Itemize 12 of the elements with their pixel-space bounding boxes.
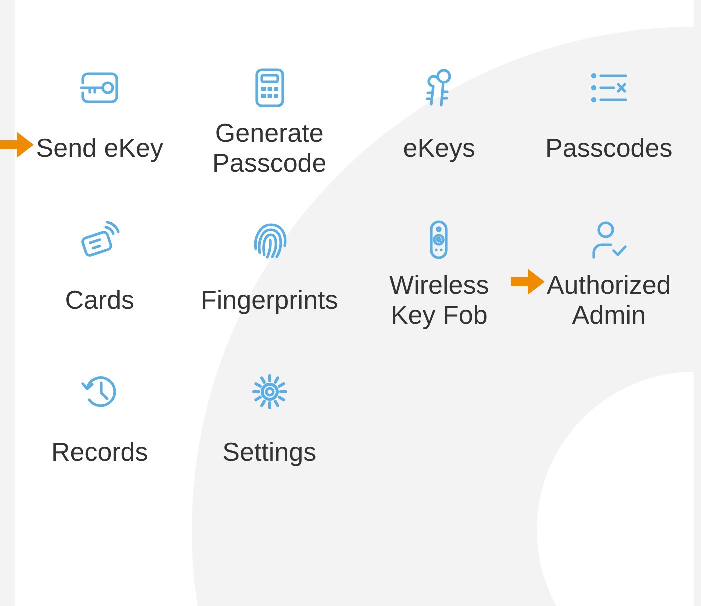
feature-button[interactable]: Authorized Admin — [534, 220, 684, 330]
contactless-card-icon — [80, 220, 120, 260]
feature-button[interactable]: Settings — [222, 372, 317, 482]
feature-button[interactable]: Records — [51, 372, 148, 482]
gear-icon — [250, 372, 290, 412]
feature-button[interactable]: Passcodes — [546, 68, 673, 178]
feature-button[interactable]: Cards — [65, 220, 135, 330]
feature-button[interactable]: Generate Passcode — [194, 68, 345, 178]
feature-button[interactable]: Fingerprints — [200, 220, 338, 330]
feature-button[interactable]: Send eKey — [36, 68, 164, 178]
feature-button[interactable]: eKeys — [403, 68, 476, 178]
feature-button[interactable]: Wireless Key Fob — [364, 220, 514, 330]
